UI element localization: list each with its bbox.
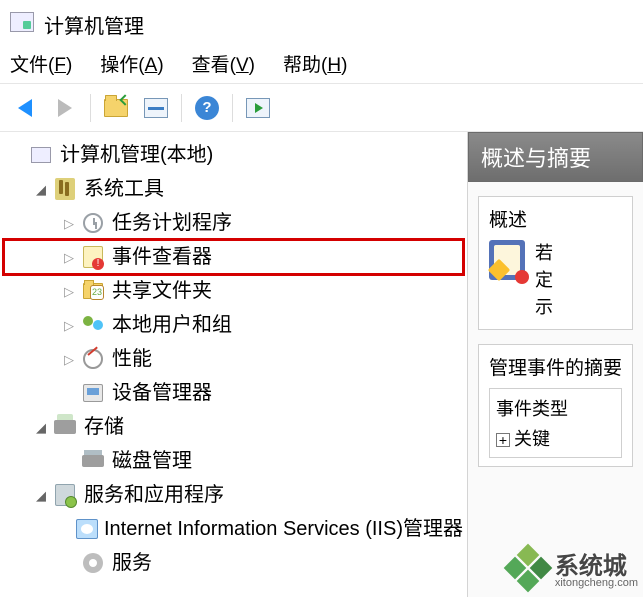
tree-root-label: 计算机管理(本地) <box>60 140 213 170</box>
folder-up-icon <box>104 99 128 117</box>
tree-label: 任务计划程序 <box>112 208 232 238</box>
tree-label: 事件查看器 <box>112 242 212 272</box>
admin-events-title: 管理事件的摘要 <box>489 353 622 380</box>
tree-device-manager[interactable]: 设备管理器 <box>4 376 463 410</box>
chevron-right-icon[interactable] <box>60 281 78 302</box>
tree: 计算机管理(本地) 系统工具 任务计划程序 事件查看器 共享文件夹 <box>4 138 463 580</box>
chevron-down-icon[interactable] <box>32 179 50 200</box>
event-type-header: 事件类型 <box>496 395 615 421</box>
overview-text: 若 定 示 <box>535 240 553 321</box>
toolbar-separator <box>181 94 182 122</box>
overview-section: 概述 若 定 示 <box>478 196 633 330</box>
properties-icon <box>144 98 168 118</box>
disk-management-icon <box>80 448 106 474</box>
tree-label: 服务 <box>112 548 152 578</box>
toolbar-separator <box>232 94 233 122</box>
help-button[interactable]: ? <box>190 91 224 125</box>
tree-storage[interactable]: 存储 <box>4 410 463 444</box>
titlebar: 计算机管理 <box>0 0 643 46</box>
menu-help[interactable]: 帮助(H) <box>283 50 347 77</box>
event-log-book-icon <box>489 240 525 280</box>
menu-file[interactable]: 文件(F) <box>10 50 72 77</box>
toolbar-separator <box>90 94 91 122</box>
system-tools-icon <box>52 176 78 202</box>
back-button[interactable] <box>8 91 42 125</box>
chevron-right-icon[interactable] <box>60 315 78 336</box>
up-folder-button[interactable] <box>99 91 133 125</box>
detail-pane: 概述与摘要 概述 若 定 示 管理事件的摘要 事件类型 +关键 <box>468 132 643 597</box>
chevron-right-icon[interactable] <box>60 213 78 234</box>
storage-icon <box>52 414 78 440</box>
performance-icon <box>80 346 106 372</box>
tree-label: 本地用户和组 <box>112 310 232 340</box>
tree-label: 共享文件夹 <box>112 276 212 306</box>
chevron-down-icon[interactable] <box>32 485 50 506</box>
tree-label: 存储 <box>84 412 124 442</box>
tree-disk-management[interactable]: 磁盘管理 <box>4 444 463 478</box>
users-icon <box>80 312 106 338</box>
gear-icon <box>80 550 106 576</box>
menubar: 文件(F) 操作(A) 查看(V) 帮助(H) <box>0 46 643 84</box>
tree-local-users[interactable]: 本地用户和组 <box>4 308 463 342</box>
chevron-down-icon[interactable] <box>32 417 50 438</box>
menu-view[interactable]: 查看(V) <box>192 50 255 77</box>
show-action-pane-button[interactable] <box>241 91 275 125</box>
tree-event-viewer[interactable]: 事件查看器 <box>4 240 463 274</box>
window-title: 计算机管理 <box>44 10 144 39</box>
services-apps-icon <box>52 482 78 508</box>
tree-label: 性能 <box>112 344 152 374</box>
tree-label: 设备管理器 <box>112 378 212 408</box>
clock-icon <box>80 210 106 236</box>
mmc-app-icon <box>10 12 34 36</box>
event-viewer-icon <box>80 244 106 270</box>
detail-header: 概述与摘要 <box>468 132 643 182</box>
menu-action[interactable]: 操作(A) <box>100 50 163 77</box>
admin-events-section: 管理事件的摘要 事件类型 +关键 <box>478 344 633 467</box>
iis-icon <box>76 516 98 542</box>
computer-management-icon <box>28 142 54 168</box>
toolbar: ? <box>0 84 643 132</box>
device-manager-icon <box>80 380 106 406</box>
chevron-right-icon[interactable] <box>60 349 78 370</box>
content-area: 计算机管理(本地) 系统工具 任务计划程序 事件查看器 共享文件夹 <box>0 132 643 597</box>
tree-services-apps[interactable]: 服务和应用程序 <box>4 478 463 512</box>
expand-icon[interactable]: + <box>496 433 510 447</box>
tree-label: Internet Information Services (IIS)管理器 <box>104 514 463 544</box>
overview-title: 概述 <box>489 205 622 232</box>
event-row-critical[interactable]: +关键 <box>496 425 615 451</box>
tree-pane: 计算机管理(本地) 系统工具 任务计划程序 事件查看器 共享文件夹 <box>0 132 468 597</box>
forward-button[interactable] <box>48 91 82 125</box>
action-pane-icon <box>246 98 270 118</box>
forward-icon <box>58 99 72 117</box>
tree-shared-folders[interactable]: 共享文件夹 <box>4 274 463 308</box>
shared-folders-icon <box>80 278 106 304</box>
chevron-right-icon[interactable] <box>60 247 78 268</box>
tree-system-tools[interactable]: 系统工具 <box>4 172 463 206</box>
help-icon: ? <box>195 96 219 120</box>
properties-button[interactable] <box>139 91 173 125</box>
tree-iis[interactable]: Internet Information Services (IIS)管理器 <box>4 512 463 546</box>
tree-services[interactable]: 服务 <box>4 546 463 580</box>
back-icon <box>18 99 32 117</box>
tree-root[interactable]: 计算机管理(本地) <box>4 138 463 172</box>
tree-task-scheduler[interactable]: 任务计划程序 <box>4 206 463 240</box>
tree-performance[interactable]: 性能 <box>4 342 463 376</box>
tree-label: 磁盘管理 <box>112 446 192 476</box>
tree-label: 服务和应用程序 <box>84 480 224 510</box>
tree-label: 系统工具 <box>84 174 164 204</box>
